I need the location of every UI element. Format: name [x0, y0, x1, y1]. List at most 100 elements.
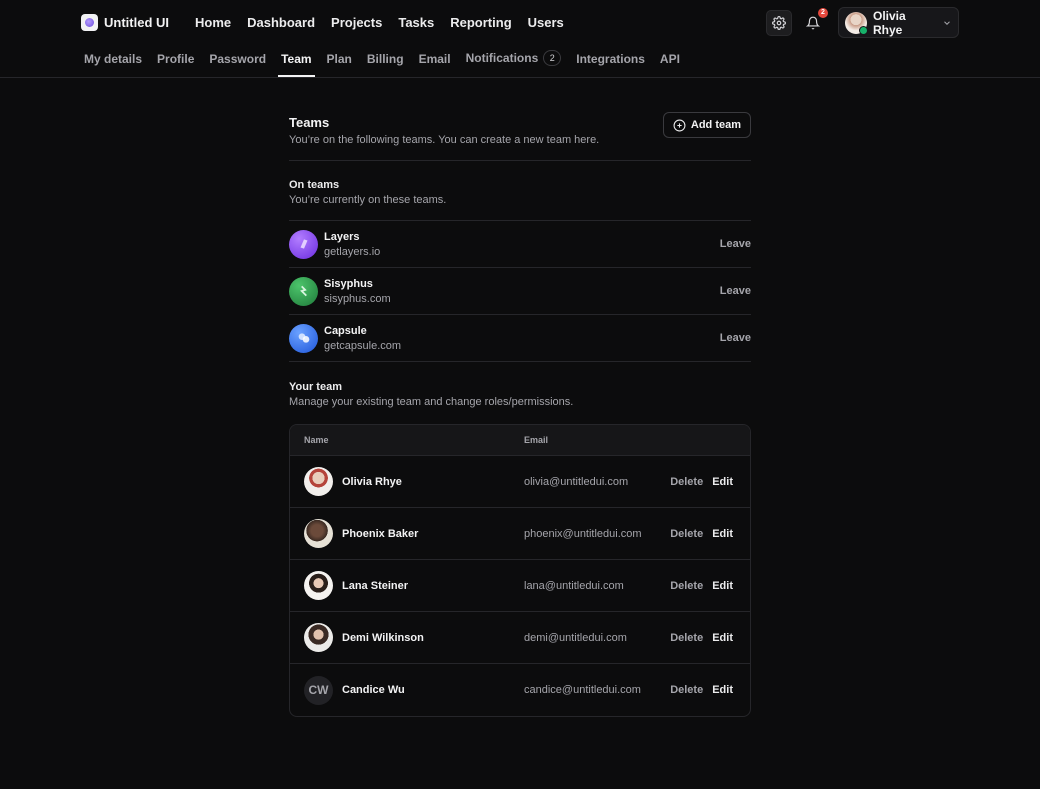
plus-circle-icon [673, 119, 686, 131]
brand[interactable]: Untitled UI [81, 14, 169, 31]
gear-icon [772, 15, 786, 30]
user-menu[interactable]: Olivia Rhye [838, 7, 959, 38]
team-row-layers: Layers getlayers.io Leave [289, 221, 751, 268]
tab-label: Profile [157, 52, 195, 66]
tab-integrations[interactable]: Integrations [573, 52, 648, 77]
add-team-label: Add team [690, 119, 741, 131]
column-header-name: Name [304, 435, 329, 445]
member-email: phoenix@untitledui.com [524, 527, 642, 540]
nav-users[interactable]: Users [520, 15, 572, 30]
brand-logo-icon [81, 14, 98, 31]
page-subtitle: You’re on the following teams. You can c… [289, 134, 600, 146]
member-name: Lana Steiner [342, 579, 409, 592]
nav-projects[interactable]: Projects [323, 15, 390, 30]
tab-email[interactable]: Email [416, 52, 454, 77]
team-url: getcapsule.com [324, 339, 402, 352]
nav-home[interactable]: Home [187, 15, 239, 30]
nav-reporting[interactable]: Reporting [442, 15, 519, 30]
nav-dashboard[interactable]: Dashboard [239, 15, 323, 30]
member-name: Candice Wu [342, 684, 405, 696]
user-avatar [845, 11, 868, 35]
tab-label: API [659, 52, 680, 66]
settings-button[interactable] [766, 9, 792, 36]
add-team-button[interactable]: Add team [662, 112, 751, 138]
team-row-capsule: Capsule getcapsule.com Leave [289, 315, 751, 362]
sisyphus-logo-icon [289, 276, 318, 306]
table-row: Phoenix Baker phoenix@untitledui.com Del… [290, 508, 750, 560]
table-row: Lana Steiner lana@untitledui.com Delete … [290, 560, 750, 612]
tab-notifications[interactable]: Notifications 2 [463, 50, 565, 77]
tab-label: Password [209, 52, 267, 66]
edit-button[interactable]: Edit [712, 632, 733, 644]
section-subtitle: You’re currently on these teams. [289, 194, 447, 206]
notifications-count-badge: 2 [543, 50, 562, 66]
delete-button[interactable]: Delete [670, 476, 703, 488]
settings-tabs: My details Profile Password Team Plan Bi… [0, 45, 1040, 78]
page-title: Teams [289, 115, 330, 130]
team-name: Capsule [324, 324, 367, 337]
edit-button[interactable]: Edit [712, 528, 733, 540]
edit-button[interactable]: Edit [712, 580, 733, 592]
leave-team-button[interactable]: Leave [720, 238, 751, 250]
tab-my-details[interactable]: My details [81, 52, 145, 77]
table-row: Olivia Rhye olivia@untitledui.com Delete… [290, 456, 750, 508]
member-name-cell: Demi Wilkinson [290, 623, 524, 652]
user-name: Olivia Rhye [873, 8, 906, 37]
edit-button[interactable]: Edit [712, 476, 733, 488]
member-name-cell: CW Candice Wu [290, 675, 524, 705]
delete-button[interactable]: Delete [670, 632, 703, 644]
member-email: demi@untitledui.com [524, 631, 627, 644]
team-url: getlayers.io [324, 245, 381, 258]
table-row: Demi Wilkinson demi@untitledui.com Delet… [290, 612, 750, 664]
member-email: candice@untitledui.com [524, 684, 641, 696]
top-navigation-bar: Untitled UI Home Dashboard Projects Task… [0, 0, 1040, 45]
section-subtitle: Manage your existing team and change rol… [289, 396, 574, 408]
member-name-cell: Lana Steiner [290, 571, 524, 600]
tab-password[interactable]: Password [206, 52, 269, 77]
table-header: Name Email [290, 425, 750, 456]
member-name-cell: Olivia Rhye [290, 467, 524, 496]
tab-label: Email [418, 52, 451, 66]
chevron-down-icon [944, 20, 950, 25]
your-team-section: Your team Manage your existing team and … [289, 362, 751, 424]
member-name: Phoenix Baker [342, 527, 419, 540]
avatar [304, 571, 333, 600]
avatar-initials: CW [304, 675, 333, 705]
layers-logo-icon [289, 229, 318, 259]
section-title: On teams [289, 179, 340, 191]
team-url: sisyphus.com [324, 292, 391, 305]
tab-label: Team [281, 52, 312, 66]
member-name: Demi Wilkinson [342, 631, 424, 644]
delete-button[interactable]: Delete [670, 580, 703, 592]
notification-count-badge: 2 [818, 7, 828, 18]
on-teams-section: On teams You’re currently on these teams… [289, 161, 751, 221]
table-row: CW Candice Wu candice@untitledui.com Del… [290, 664, 750, 716]
team-name: Layers [324, 230, 360, 243]
tab-billing[interactable]: Billing [364, 52, 407, 77]
row-actions: Delete Edit [670, 528, 750, 540]
row-actions: Delete Edit [670, 684, 750, 696]
brand-name: Untitled UI [104, 15, 169, 30]
team-row-sisyphus: Sisyphus sisyphus.com Leave [289, 268, 751, 315]
member-name-cell: Phoenix Baker [290, 519, 524, 548]
main-nav: Home Dashboard Projects Tasks Reporting … [187, 15, 572, 30]
nav-tasks[interactable]: Tasks [390, 15, 442, 30]
tab-label: Integrations [576, 52, 645, 66]
column-header-email: Email [524, 435, 549, 445]
notifications-button[interactable]: 2 [800, 7, 828, 36]
tab-team[interactable]: Team [278, 52, 315, 77]
avatar [304, 623, 333, 652]
edit-button[interactable]: Edit [712, 684, 733, 696]
row-actions: Delete Edit [670, 476, 750, 488]
tab-api[interactable]: API [657, 52, 683, 77]
leave-team-button[interactable]: Leave [720, 332, 751, 344]
delete-button[interactable]: Delete [670, 684, 703, 696]
teams-header: Teams You’re on the following teams. You… [289, 112, 751, 160]
tab-plan[interactable]: Plan [324, 52, 355, 77]
delete-button[interactable]: Delete [670, 528, 703, 540]
bell-icon [806, 16, 820, 29]
leave-team-button[interactable]: Leave [720, 285, 751, 297]
tab-label: Plan [326, 52, 352, 66]
row-actions: Delete Edit [670, 580, 750, 592]
tab-profile[interactable]: Profile [154, 52, 197, 77]
